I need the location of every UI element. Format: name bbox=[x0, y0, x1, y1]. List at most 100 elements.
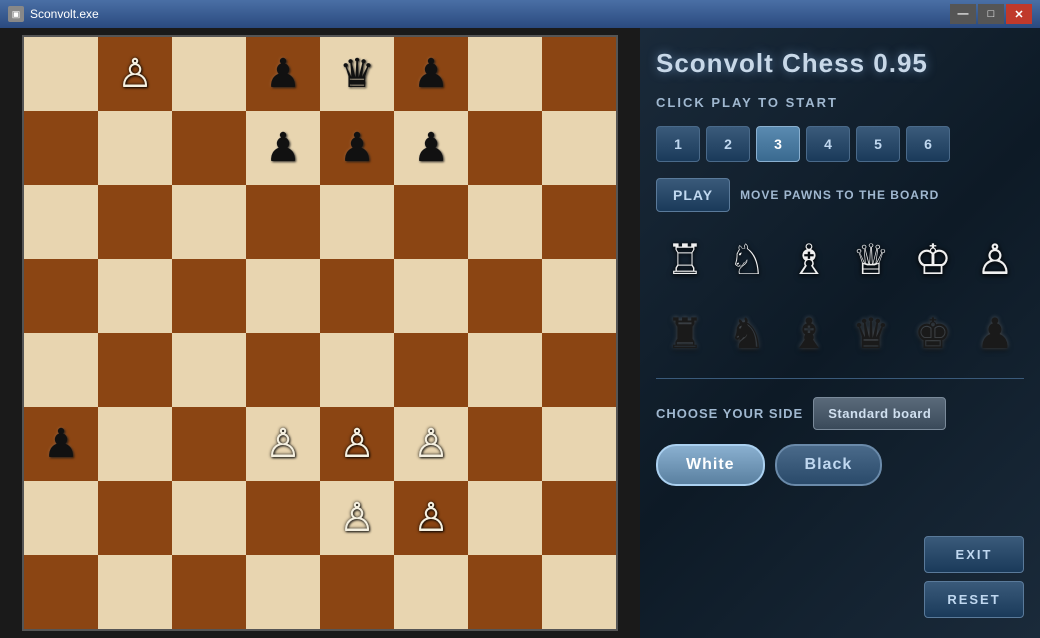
cell-2-4[interactable] bbox=[320, 185, 394, 259]
cell-7-0[interactable] bbox=[24, 555, 98, 629]
difficulty-btn-5[interactable]: 5 bbox=[856, 126, 900, 162]
cell-6-6[interactable] bbox=[468, 481, 542, 555]
cell-3-6[interactable] bbox=[468, 259, 542, 333]
white-knight-icon[interactable]: ♘ bbox=[718, 230, 776, 288]
cell-0-7[interactable] bbox=[542, 37, 616, 111]
white-queen-icon[interactable]: ♕ bbox=[842, 230, 900, 288]
difficulty-btn-4[interactable]: 4 bbox=[806, 126, 850, 162]
cell-7-1[interactable] bbox=[98, 555, 172, 629]
white-side-button[interactable]: White bbox=[656, 444, 765, 486]
black-side-button[interactable]: Black bbox=[775, 444, 883, 486]
cell-0-6[interactable] bbox=[468, 37, 542, 111]
cell-3-4[interactable] bbox=[320, 259, 394, 333]
cell-6-0[interactable] bbox=[24, 481, 98, 555]
cell-0-2[interactable] bbox=[172, 37, 246, 111]
choose-side-label: CHOOSE YOUR SIDE bbox=[656, 406, 803, 421]
difficulty-btn-3[interactable]: 3 bbox=[756, 126, 800, 162]
cell-5-7[interactable] bbox=[542, 407, 616, 481]
action-buttons: EXIT RESET bbox=[656, 536, 1024, 618]
cell-7-4[interactable] bbox=[320, 555, 394, 629]
cell-3-7[interactable] bbox=[542, 259, 616, 333]
cell-2-3[interactable] bbox=[246, 185, 320, 259]
cell-3-1[interactable] bbox=[98, 259, 172, 333]
cell-1-1[interactable] bbox=[98, 111, 172, 185]
cell-3-3[interactable] bbox=[246, 259, 320, 333]
cell-7-7[interactable] bbox=[542, 555, 616, 629]
difficulty-btn-6[interactable]: 6 bbox=[906, 126, 950, 162]
close-button[interactable]: ✕ bbox=[1006, 4, 1032, 24]
cell-4-6[interactable] bbox=[468, 333, 542, 407]
cell-6-5[interactable]: ♙ bbox=[394, 481, 468, 555]
cell-7-5[interactable] bbox=[394, 555, 468, 629]
black-queen-icon[interactable]: ♛ bbox=[842, 304, 900, 362]
cell-1-0[interactable] bbox=[24, 111, 98, 185]
cell-6-1[interactable] bbox=[98, 481, 172, 555]
black-pawn-icon[interactable]: ♟ bbox=[966, 304, 1024, 362]
cell-4-5[interactable] bbox=[394, 333, 468, 407]
black-bishop-icon[interactable]: ♝ bbox=[780, 304, 838, 362]
cell-3-5[interactable] bbox=[394, 259, 468, 333]
reset-button[interactable]: RESET bbox=[924, 581, 1024, 618]
cell-2-5[interactable] bbox=[394, 185, 468, 259]
white-pieces-row: ♖ ♘ ♗ ♕ ♔ ♙ bbox=[656, 230, 1024, 288]
play-button[interactable]: PLAY bbox=[656, 178, 730, 212]
cell-2-7[interactable] bbox=[542, 185, 616, 259]
white-bishop-icon[interactable]: ♗ bbox=[780, 230, 838, 288]
cell-4-7[interactable] bbox=[542, 333, 616, 407]
play-row: PLAY MOVE PAWNS TO THE BOARD bbox=[656, 178, 1024, 212]
cell-5-6[interactable] bbox=[468, 407, 542, 481]
cell-5-2[interactable] bbox=[172, 407, 246, 481]
cell-2-2[interactable] bbox=[172, 185, 246, 259]
cell-0-3[interactable]: ♟ bbox=[246, 37, 320, 111]
cell-2-6[interactable] bbox=[468, 185, 542, 259]
cell-2-0[interactable] bbox=[24, 185, 98, 259]
cell-3-2[interactable] bbox=[172, 259, 246, 333]
titlebar-left: ▣ Sconvolt.exe bbox=[8, 6, 99, 22]
right-panel: Sconvolt Chess 0.95 CLICK PLAY TO START … bbox=[640, 28, 1040, 638]
cell-1-3[interactable]: ♟ bbox=[246, 111, 320, 185]
cell-5-0[interactable]: ♟ bbox=[24, 407, 98, 481]
cell-4-4[interactable] bbox=[320, 333, 394, 407]
cell-0-4[interactable]: ♛ bbox=[320, 37, 394, 111]
black-knight-icon[interactable]: ♞ bbox=[718, 304, 776, 362]
cell-6-2[interactable] bbox=[172, 481, 246, 555]
cell-2-1[interactable] bbox=[98, 185, 172, 259]
cell-7-6[interactable] bbox=[468, 555, 542, 629]
white-pawn-icon[interactable]: ♙ bbox=[966, 230, 1024, 288]
cell-1-4[interactable]: ♟ bbox=[320, 111, 394, 185]
black-rook-icon[interactable]: ♜ bbox=[656, 304, 714, 362]
chess-board[interactable]: ♙♟♛♟♟♟♟♟♙♙♙♙♙ bbox=[22, 35, 618, 631]
cell-5-3[interactable]: ♙ bbox=[246, 407, 320, 481]
cell-0-5[interactable]: ♟ bbox=[394, 37, 468, 111]
cell-4-3[interactable] bbox=[246, 333, 320, 407]
cell-1-2[interactable] bbox=[172, 111, 246, 185]
exit-button[interactable]: EXIT bbox=[924, 536, 1024, 573]
white-king-icon[interactable]: ♔ bbox=[904, 230, 962, 288]
black-king-icon[interactable]: ♚ bbox=[904, 304, 962, 362]
cell-6-7[interactable] bbox=[542, 481, 616, 555]
cell-0-1[interactable]: ♙ bbox=[98, 37, 172, 111]
cell-4-0[interactable] bbox=[24, 333, 98, 407]
titlebar-buttons: — □ ✕ bbox=[950, 4, 1032, 24]
cell-1-5[interactable]: ♟ bbox=[394, 111, 468, 185]
maximize-button[interactable]: □ bbox=[978, 4, 1004, 24]
cell-3-0[interactable] bbox=[24, 259, 98, 333]
cell-5-5[interactable]: ♙ bbox=[394, 407, 468, 481]
cell-5-4[interactable]: ♙ bbox=[320, 407, 394, 481]
white-rook-icon[interactable]: ♖ bbox=[656, 230, 714, 288]
minimize-button[interactable]: — bbox=[950, 4, 976, 24]
cell-4-1[interactable] bbox=[98, 333, 172, 407]
app-icon: ▣ bbox=[8, 6, 24, 22]
cell-0-0[interactable] bbox=[24, 37, 98, 111]
cell-7-3[interactable] bbox=[246, 555, 320, 629]
cell-6-3[interactable] bbox=[246, 481, 320, 555]
cell-1-6[interactable] bbox=[468, 111, 542, 185]
cell-6-4[interactable]: ♙ bbox=[320, 481, 394, 555]
cell-7-2[interactable] bbox=[172, 555, 246, 629]
cell-1-7[interactable] bbox=[542, 111, 616, 185]
difficulty-btn-2[interactable]: 2 bbox=[706, 126, 750, 162]
difficulty-btn-1[interactable]: 1 bbox=[656, 126, 700, 162]
standard-board-button[interactable]: Standard board bbox=[813, 397, 946, 430]
cell-4-2[interactable] bbox=[172, 333, 246, 407]
cell-5-1[interactable] bbox=[98, 407, 172, 481]
